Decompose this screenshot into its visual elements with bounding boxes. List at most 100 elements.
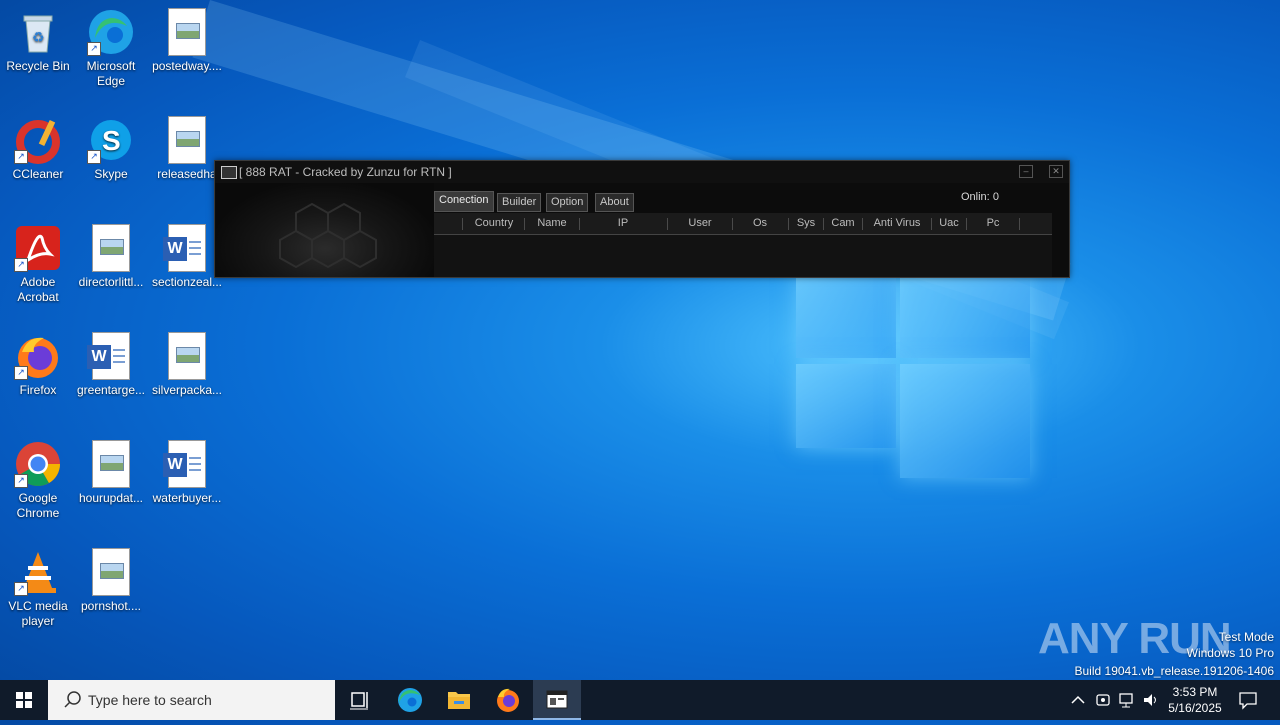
tab-conection[interactable]: Conection <box>434 191 494 212</box>
desktop-icon-label: directorlittl... <box>78 275 144 289</box>
word-document-icon: W <box>87 332 130 380</box>
desktop-icon-label: pornshot.... <box>80 599 142 613</box>
tab-about[interactable]: About <box>595 193 634 212</box>
folder-icon <box>448 692 470 709</box>
image-file-icon <box>92 548 130 596</box>
volume-icon[interactable] <box>1142 692 1160 708</box>
notifications-icon[interactable] <box>1238 690 1258 710</box>
column-header-cam[interactable]: Cam <box>825 217 861 229</box>
online-count: 0 <box>992 191 999 203</box>
image-file-icon <box>168 116 206 164</box>
shortcut-arrow-icon: ↗ <box>87 150 101 164</box>
shortcut-arrow-icon: ↗ <box>87 42 101 56</box>
desktop-icon-word-doc[interactable]: W waterbuyer... <box>149 440 225 506</box>
image-file-icon <box>92 440 130 488</box>
start-button[interactable] <box>0 680 48 720</box>
rat-window[interactable]: [ 888 RAT - Cracked by Zunzu for RTN ] –… <box>214 160 1070 278</box>
tab-option[interactable]: Option <box>546 193 589 212</box>
desktop-icon-label: Firefox <box>19 383 57 397</box>
clock-date: 5/16/2025 <box>1168 701 1222 715</box>
taskbar: Type here to search 3:53 PM 5/16/2025 <box>0 680 1280 720</box>
shortcut-arrow-icon: ↗ <box>14 582 28 596</box>
webcam-icon[interactable] <box>1095 692 1111 708</box>
taskbar-edge-button[interactable] <box>386 680 434 720</box>
taskbar-search-box[interactable]: Type here to search <box>48 680 335 720</box>
shortcut-arrow-icon: ↗ <box>14 150 28 164</box>
column-header-user[interactable]: User <box>669 217 731 229</box>
windows-start-icon <box>16 692 32 708</box>
search-icon <box>64 691 81 708</box>
image-file-icon <box>92 224 130 272</box>
column-header-os[interactable]: Os <box>734 217 786 229</box>
desktop-icon-word-doc[interactable]: W greentarge... <box>73 332 149 398</box>
desktop-icon-file[interactable]: hourupdat... <box>73 440 149 506</box>
desktop-icon-edge[interactable]: ↗ Microsoft Edge <box>73 8 149 89</box>
desktop-icon-file[interactable]: silverpacka... <box>149 332 225 398</box>
tab-builder[interactable]: Builder <box>497 193 542 212</box>
skype-icon: S ↗ <box>87 116 135 164</box>
svg-text:S: S <box>102 125 121 156</box>
edge-icon: ↗ <box>87 8 135 56</box>
desktop-icon-label: postedway.... <box>152 59 222 73</box>
hex-banner <box>216 183 434 277</box>
task-view-button[interactable] <box>336 680 384 720</box>
online-label: Onlin: <box>961 191 990 203</box>
chrome-icon: ↗ <box>14 440 62 488</box>
svg-text:♻: ♻ <box>32 29 45 45</box>
chevron-up-icon[interactable] <box>1070 692 1086 708</box>
column-header-anti-virus[interactable]: Anti Virus <box>864 217 930 229</box>
ccleaner-icon: ↗ <box>14 116 62 164</box>
taskbar-firefox-button[interactable] <box>484 680 532 720</box>
acrobat-icon: ↗ <box>14 224 62 272</box>
column-header-pc[interactable]: Pc <box>968 217 1018 229</box>
watermark-edition: Windows 10 Pro <box>1186 646 1274 660</box>
desktop-icon-label: CCleaner <box>12 167 64 181</box>
desktop-icon-label: VLC media player <box>8 599 68 628</box>
app-icon <box>221 166 237 179</box>
image-file-icon <box>168 8 206 56</box>
image-file-icon <box>168 332 206 380</box>
network-icon[interactable] <box>1118 692 1136 708</box>
desktop-icon-label: silverpacka... <box>151 383 223 397</box>
desktop-icon-label: waterbuyer... <box>152 491 222 505</box>
desktop-icon-label: Skype <box>94 167 128 181</box>
shortcut-arrow-icon: ↗ <box>14 474 28 488</box>
taskbar-rat-app-button[interactable] <box>533 680 581 720</box>
vlc-icon: ↗ <box>14 548 62 596</box>
taskbar-file-explorer-button[interactable] <box>435 680 483 720</box>
system-clock[interactable]: 3:53 PM 5/16/2025 <box>1166 684 1224 716</box>
desktop-icon-skype[interactable]: S ↗ Skype <box>73 116 149 182</box>
hex-pattern-icon <box>279 202 377 269</box>
desktop-icon-chrome[interactable]: ↗ Google Chrome <box>0 440 76 521</box>
desktop-icon-file[interactable]: pornshot.... <box>73 548 149 614</box>
desktop-icon-label: greentarge... <box>76 383 146 397</box>
connections-table[interactable]: Country Name IP User Os Sys Cam Anti Vir… <box>434 213 1052 277</box>
column-header-country[interactable]: Country <box>464 217 524 229</box>
search-placeholder: Type here to search <box>88 692 212 708</box>
desktop-icon-label: Microsoft Edge <box>86 59 136 88</box>
word-document-icon: W <box>163 440 206 488</box>
desktop-icon-label: hourupdat... <box>78 491 144 505</box>
column-header-name[interactable]: Name <box>526 217 578 229</box>
desktop-icon-acrobat[interactable]: ↗ Adobe Acrobat <box>0 224 76 305</box>
column-header-ip[interactable]: IP <box>581 217 665 229</box>
shortcut-arrow-icon: ↗ <box>14 366 28 380</box>
watermark-test-mode: Test Mode <box>1218 630 1274 644</box>
desktop-icon-vlc[interactable]: ↗ VLC media player <box>0 548 76 629</box>
title-bar[interactable]: [ 888 RAT - Cracked by Zunzu for RTN ] –… <box>215 161 1069 183</box>
windows-logo <box>796 272 1030 480</box>
desktop-icon-recycle-bin[interactable]: ♻ Recycle Bin <box>0 8 76 74</box>
desktop-icon-ccleaner[interactable]: ↗ CCleaner <box>0 116 76 182</box>
desktop-icon-firefox[interactable]: ↗ Firefox <box>0 332 76 398</box>
desktop-icon-file[interactable]: directorlittl... <box>73 224 149 290</box>
column-header-sys[interactable]: Sys <box>790 217 822 229</box>
minimize-button[interactable]: – <box>1019 165 1033 178</box>
recycle-bin-icon: ♻ <box>14 8 62 56</box>
word-document-icon: W <box>163 224 206 272</box>
desktop-icon-label: Google Chrome <box>16 491 60 520</box>
task-view-icon <box>350 692 368 710</box>
column-header-uac[interactable]: Uac <box>933 217 965 229</box>
desktop-icon-file[interactable]: postedway.... <box>149 8 225 74</box>
close-button[interactable]: ✕ <box>1049 165 1063 178</box>
firefox-icon: ↗ <box>14 332 62 380</box>
